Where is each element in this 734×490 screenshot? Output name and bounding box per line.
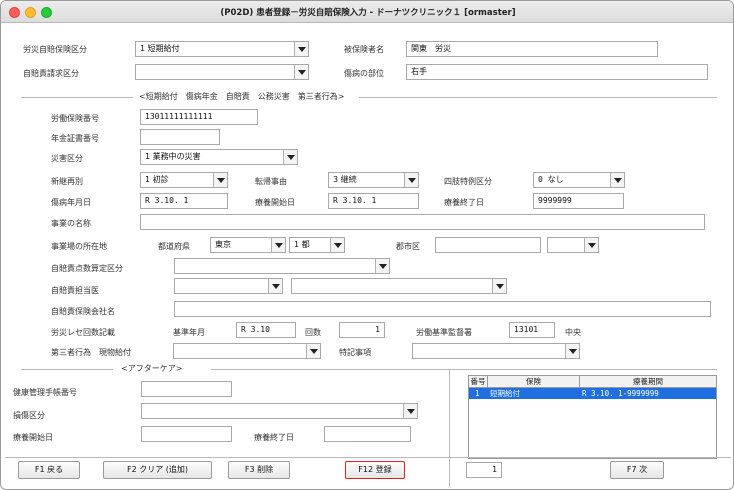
third-party-select[interactable] [173, 343, 321, 359]
liability-doctor-select[interactable] [174, 278, 283, 294]
cell-period: R 3.10. 1-9999999 [582, 389, 659, 398]
aftercare-end-field[interactable] [324, 426, 411, 442]
section-header-aftercare: <アフターケア> [121, 364, 183, 373]
insurance-type-select[interactable]: 1 短期給付 [135, 41, 309, 57]
insurer-company-field[interactable] [174, 301, 711, 317]
label-health-handbook: 健康管理手帳番号 [13, 388, 77, 397]
label-special-notes: 特記事項 [339, 348, 371, 357]
label-liability-points: 自賠責点数算定区分 [51, 264, 123, 273]
base-month-field[interactable]: R 3.10 [236, 322, 296, 338]
label-disaster-type: 災害区分 [51, 154, 83, 163]
label-insured-name: 被保険者名 [344, 45, 384, 54]
labor-insurance-number-field[interactable]: 13011111111111 [140, 109, 258, 125]
injury-date-field[interactable]: R 3.10. 1 [140, 193, 228, 209]
liability-doctor-name-select[interactable] [291, 278, 507, 294]
label-new-continued: 新継再別 [51, 177, 83, 186]
chevron-down-icon [294, 42, 308, 56]
label-city: 郡市区 [396, 242, 420, 251]
labor-office-name: 中央 [565, 328, 581, 337]
labor-office-code-field[interactable]: 13101 [509, 322, 555, 338]
disaster-type-select[interactable]: 1 業務中の災害 [140, 149, 298, 165]
special-notes-select[interactable] [412, 343, 580, 359]
label-insurer-company: 自賠責保険会社名 [51, 307, 115, 316]
chevron-down-icon [565, 344, 579, 358]
next-button[interactable]: F7 次 [610, 461, 664, 479]
register-button[interactable]: F12 登録 [345, 461, 405, 479]
outcome-reason-select[interactable]: 3 継続 [328, 172, 419, 188]
label-labor-office: 労働基準監督署 [416, 328, 472, 337]
label-liability-doctor: 自賠責担当医 [51, 286, 99, 295]
chevron-down-icon [268, 279, 282, 293]
page-number-field[interactable]: 1 [466, 462, 502, 478]
chevron-down-icon [306, 344, 320, 358]
app-window: (P02D) 患者登録－労災自賠保険入力 - ドーナツクリニック１ [ormas… [0, 0, 734, 490]
chevron-down-icon [271, 238, 285, 252]
clear-button[interactable]: F2 クリア (追加) [103, 461, 212, 479]
injury-site-field[interactable]: 右手 [406, 64, 708, 80]
health-handbook-field[interactable] [141, 381, 232, 397]
column-header-period: 療養期間 [580, 376, 716, 388]
label-aftercare-start: 療養開始日 [13, 433, 53, 442]
label-pension-cert-number: 年金証書番号 [51, 134, 99, 143]
section-header-types: <短期給付 傷病年金 自賠責 公務災害 第三者行為> [139, 92, 345, 101]
chevron-down-icon [375, 259, 389, 273]
table-row[interactable]: 1 短期給付 R 3.10. 1-9999999 [469, 388, 716, 399]
label-third-party: 第三者行為 現物給付 [51, 348, 131, 357]
city-field[interactable] [435, 237, 541, 253]
chevron-down-icon [403, 404, 417, 418]
label-injury-site: 傷病の部位 [344, 69, 384, 78]
limb-special-select[interactable]: 0 なし [533, 172, 625, 188]
prefecture-select[interactable]: 東京 [210, 237, 286, 253]
label-outcome-reason: 転帰事由 [255, 177, 287, 186]
label-liability-claim: 自賠責請求区分 [23, 69, 79, 78]
label-injury-date: 傷病年月日 [51, 198, 91, 207]
liability-points-select[interactable] [174, 258, 390, 274]
chevron-down-icon [283, 150, 297, 164]
label-count: 回数 [305, 328, 321, 337]
treatment-end-field[interactable]: 9999999 [533, 193, 624, 209]
aftercare-start-field[interactable] [141, 426, 232, 442]
label-treatment-end: 療養終了日 [444, 198, 484, 207]
label-receipt-count: 労災レセ回数記載 [51, 328, 115, 337]
delete-button[interactable]: F3 削除 [228, 461, 290, 479]
label-prefecture: 都道府県 [158, 242, 190, 251]
column-header-insurance: 保険 [488, 376, 580, 388]
label-business-location: 事業場の所在地 [51, 242, 107, 251]
insurance-list-table[interactable]: 番号 保険 療養期間 1 短期給付 R 3.10. 1-9999999 [468, 375, 717, 459]
title-bar: (P02D) 患者登録－労災自賠保険入力 - ドーナツクリニック１ [ormas… [1, 1, 733, 23]
treatment-start-field[interactable]: R 3.10. 1 [328, 193, 419, 209]
back-button[interactable]: F1 戻る [18, 461, 80, 479]
chevron-down-icon [213, 173, 227, 187]
label-injury-category: 損傷区分 [13, 411, 45, 420]
insured-name-field[interactable]: 関東 労災 [406, 41, 658, 57]
prefecture-code-select[interactable]: 1 都 [289, 237, 345, 253]
column-header-number: 番号 [469, 376, 488, 388]
count-field[interactable]: 1 [339, 322, 385, 338]
chevron-down-icon [404, 173, 418, 187]
label-aftercare-end: 療養終了日 [254, 433, 294, 442]
injury-category-select[interactable] [141, 403, 418, 419]
city-select[interactable] [547, 237, 599, 253]
chevron-down-icon [610, 173, 624, 187]
pension-cert-number-field[interactable] [140, 129, 220, 145]
label-base-month: 基準年月 [173, 328, 205, 337]
label-limb-special: 四肢特例区分 [444, 177, 492, 186]
new-continued-select[interactable]: 1 初診 [140, 172, 228, 188]
label-insurance-type: 労災自賠保険区分 [23, 45, 87, 54]
chevron-down-icon [492, 279, 506, 293]
liability-claim-select[interactable] [135, 64, 309, 80]
business-name-field[interactable] [140, 214, 705, 230]
chevron-down-icon [294, 65, 308, 79]
label-treatment-start: 療養開始日 [255, 198, 295, 207]
label-business-name: 事業の名称 [51, 219, 91, 228]
cell-insurance: 短期給付 [490, 389, 520, 398]
chevron-down-icon [330, 238, 344, 252]
chevron-down-icon [584, 238, 598, 252]
label-labor-insurance-number: 労働保険番号 [51, 114, 99, 123]
cell-number: 1 [475, 389, 480, 398]
window-title: (P02D) 患者登録－労災自賠保険入力 - ドーナツクリニック１ [ormas… [220, 8, 516, 18]
